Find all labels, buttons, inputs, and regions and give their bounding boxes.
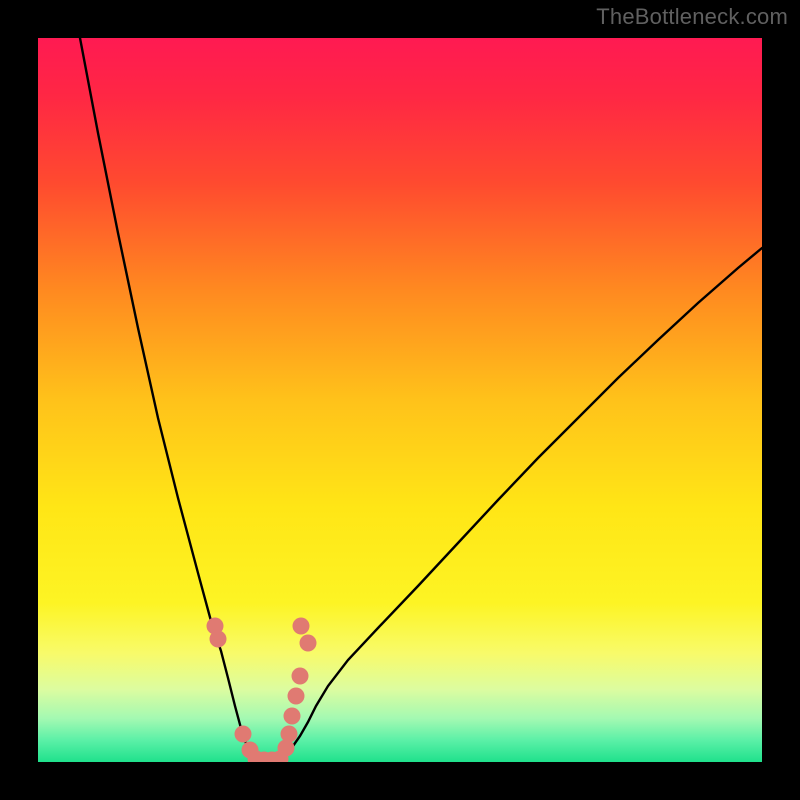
marker-right-cluster <box>288 688 305 705</box>
plot-area <box>38 38 762 762</box>
marker-right-cluster <box>293 618 310 635</box>
marker-right-cluster <box>281 726 298 743</box>
series-right-curve <box>283 248 762 758</box>
marker-right-cluster <box>300 635 317 652</box>
data-markers <box>207 618 317 763</box>
marker-left-cluster <box>235 726 252 743</box>
marker-right-cluster <box>292 668 309 685</box>
series-left-curve <box>80 38 254 758</box>
marker-right-cluster <box>284 708 301 725</box>
watermark-text: TheBottleneck.com <box>596 4 788 30</box>
curve-layer <box>38 38 762 762</box>
bottleneck-curve <box>80 38 762 761</box>
marker-left-cluster <box>210 631 227 648</box>
